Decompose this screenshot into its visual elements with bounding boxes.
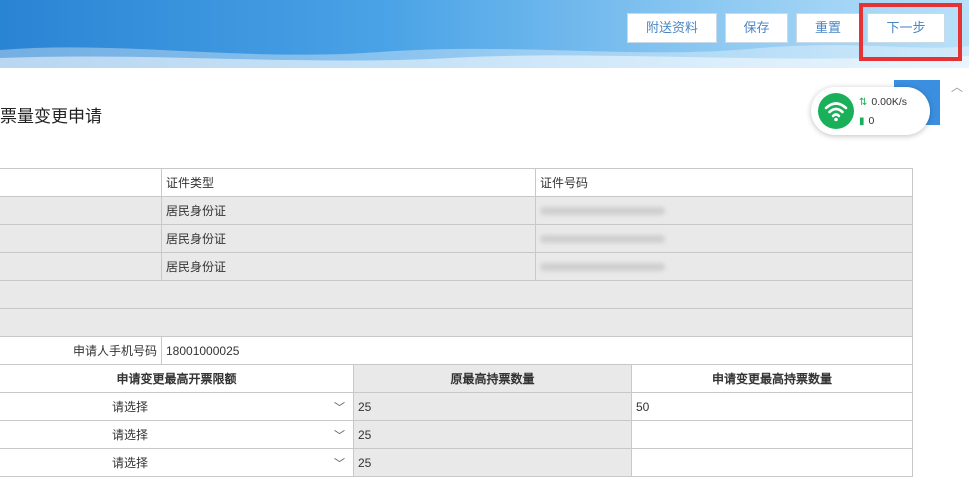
original-qty-cell: 25 (353, 392, 632, 421)
reset-button[interactable]: 重置 (796, 13, 860, 43)
id-type-cell: 居民身份证 (161, 196, 536, 225)
table-row: 请选择 ﹀ 25 (0, 420, 913, 449)
phone-label: 申请人手机号码 (0, 336, 162, 365)
phone-input[interactable]: 18001000025 (161, 336, 913, 365)
id-number-cell (535, 252, 913, 281)
table-row: 请选择 ﹀ 25 (0, 448, 913, 477)
limit-select[interactable]: 请选择 ﹀ (0, 392, 354, 421)
id-number-cell (535, 224, 913, 253)
original-qty-cell: 25 (353, 448, 632, 477)
next-step-highlight (859, 3, 962, 61)
header-limit: 申请变更最高开票限额 (0, 364, 354, 393)
transfer-arrows-icon: ⇅ (859, 97, 868, 108)
requested-qty-input[interactable] (631, 420, 913, 449)
id-number-cell (535, 196, 913, 225)
header-original-qty: 原最高持票数量 (353, 364, 632, 393)
redacted-id-number (540, 235, 665, 244)
table-row: 请选择 ﹀ 25 50 (0, 392, 913, 421)
table-header-row: 证件类型 证件号码 (0, 168, 913, 197)
requested-qty-input[interactable] (631, 448, 913, 477)
header-id-type: 证件类型 (161, 168, 536, 197)
requested-qty-input[interactable]: 50 (631, 392, 913, 421)
page-title: 票量变更申请 (0, 107, 102, 126)
table-row: 居民身份证 (0, 252, 913, 281)
original-qty-cell: 25 (353, 420, 632, 449)
chevron-down-icon[interactable]: ﹀ (334, 399, 345, 415)
device-icon: ▮ (859, 116, 865, 127)
id-type-cell: 居民身份证 (161, 252, 536, 281)
table-row: 居民身份证 (0, 196, 913, 225)
chevron-down-icon[interactable]: ﹀ (334, 427, 345, 443)
table-header-row: 申请变更最高开票限额 原最高持票数量 申请变更最高持票数量 (0, 364, 913, 393)
attach-docs-button[interactable]: 附送资料 (627, 13, 717, 43)
network-count: 0 (868, 115, 875, 127)
id-documents-table: 证件类型 证件号码 居民身份证 居民身份证 居民身份证 申请人手机号码 1800… (0, 168, 913, 365)
redacted-id-number (540, 263, 665, 272)
redacted-id-number (540, 207, 665, 216)
header-id-number: 证件号码 (535, 168, 913, 197)
table-row (0, 280, 913, 309)
scrollbar[interactable]: ︿ (947, 68, 969, 492)
header-requested-qty: 申请变更最高持票数量 (631, 364, 913, 393)
network-speed: 0.00K/s (871, 96, 907, 108)
scroll-up-icon[interactable]: ︿ (951, 78, 963, 95)
wifi-icon (818, 93, 854, 129)
table-row: 居民身份证 (0, 224, 913, 253)
save-button[interactable]: 保存 (725, 13, 788, 43)
limit-select[interactable]: 请选择 ﹀ (0, 420, 354, 449)
network-widget: ⇅ 0.00K/s ▮ 0 (811, 87, 930, 135)
phone-row: 申请人手机号码 18001000025 (0, 336, 913, 365)
table-row (0, 308, 913, 337)
quota-table: 申请变更最高开票限额 原最高持票数量 申请变更最高持票数量 请选择 ﹀ 25 50… (0, 364, 913, 477)
id-type-cell: 居民身份证 (161, 224, 536, 253)
chevron-down-icon[interactable]: ﹀ (334, 455, 345, 471)
limit-select[interactable]: 请选择 ﹀ (0, 448, 354, 477)
